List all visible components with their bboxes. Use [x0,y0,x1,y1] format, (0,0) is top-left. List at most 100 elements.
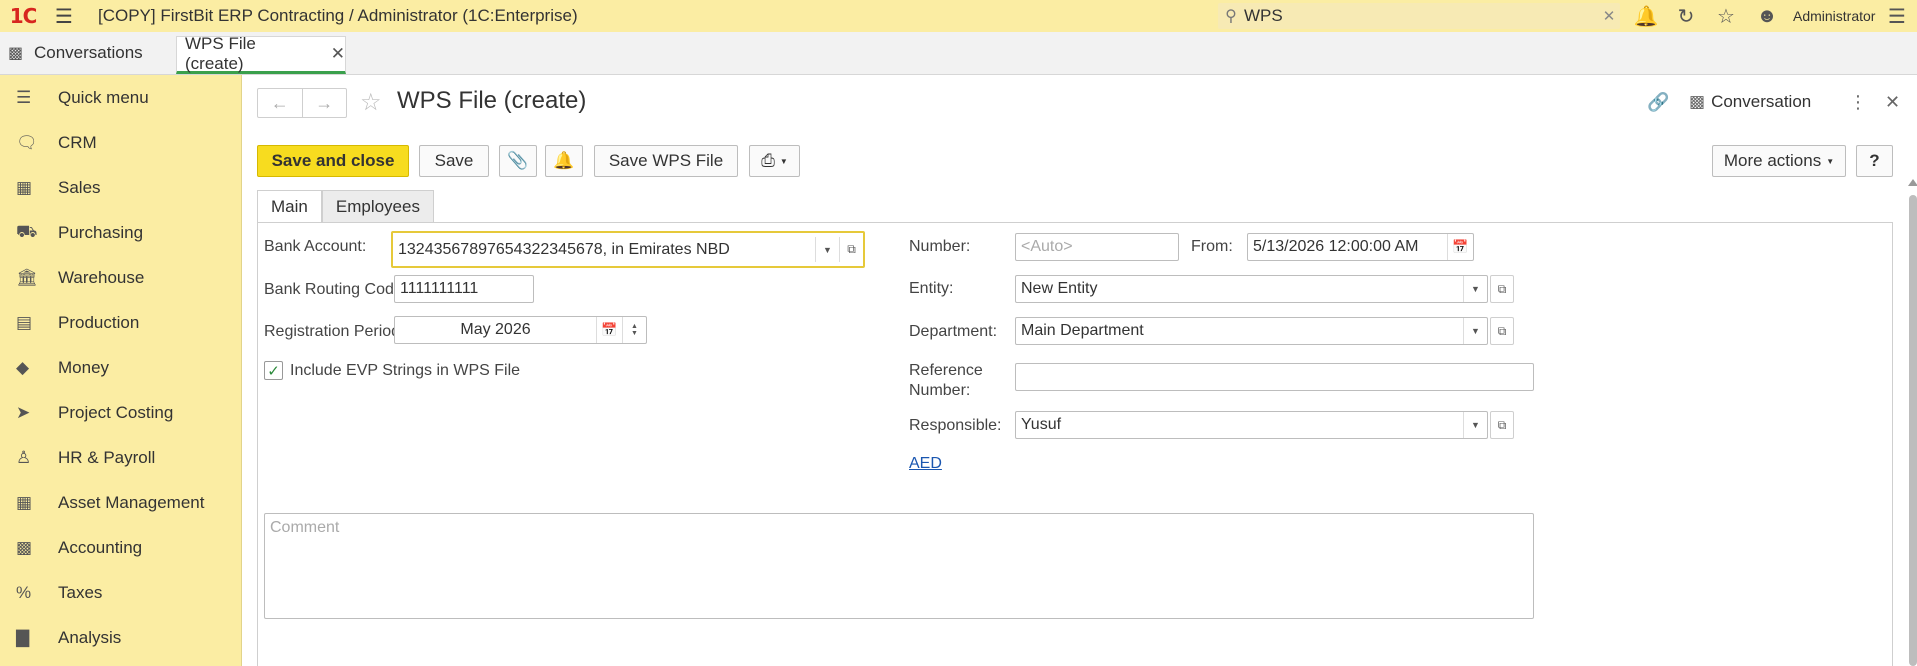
calendar-icon[interactable]: 📅 [596,317,622,343]
more-options-icon[interactable]: ⋮ [1849,87,1867,117]
from-date-value: 5/13/2026 12:00:00 AM [1253,238,1419,255]
sidebar-item-label: Production [58,312,140,332]
sidebar-item-taxes[interactable]: % Taxes [0,570,241,615]
sidebar-item-label: Sales [58,177,101,197]
from-date-field[interactable]: 5/13/2026 12:00:00 AM 📅 [1247,233,1474,261]
sidebar-item-accounting[interactable]: ▩ Accounting [0,525,241,570]
clear-search-icon[interactable]: ✕ [1598,7,1620,25]
number-label: Number: [909,238,971,255]
scrollbar-thumb[interactable] [1909,195,1917,666]
from-label: From: [1191,238,1233,255]
close-form-icon[interactable]: ✕ [1885,87,1900,117]
sidebar-item-quick-menu[interactable]: ☰ Quick menu [0,75,241,120]
basket-icon: ▦ [16,177,33,197]
form-scrollbar[interactable] [1908,175,1917,666]
open-department-icon[interactable]: ⧉ [1490,317,1514,345]
department-label: Department: [909,323,998,340]
help-button[interactable]: ? [1856,145,1893,177]
main-menu-icon[interactable]: ☰ [46,0,82,32]
sidebar-item-crm[interactable]: 🗨 CRM [0,120,241,165]
link-icon[interactable]: 🔗 [1647,87,1669,117]
open-responsible-icon[interactable]: ⧉ [1490,411,1514,439]
reference-number-field[interactable] [1015,363,1534,391]
department-field[interactable]: Main Department ▼ [1015,317,1488,345]
current-user[interactable]: Administrator [1793,0,1875,32]
truck-icon: ⛟ [16,221,38,241]
responsible-field[interactable]: Yusuf ▼ [1015,411,1488,439]
routing-code-field[interactable]: 1111111111 [394,275,534,303]
sidebar-item-warehouse[interactable]: 🏛 Warehouse [0,255,241,300]
sidebar-item-label: Asset Management [58,492,205,512]
tab-main[interactable]: Main [257,190,322,223]
chat-icon: 🗨 [16,132,38,152]
search-input[interactable]: WPS [1244,6,1598,26]
add-favorite-star-icon[interactable]: ☆ [360,88,382,117]
sidebar-item-label: HR & Payroll [58,447,156,467]
tab-wps-file-create[interactable]: WPS File (create) ✕ [176,34,346,74]
entity-label: Entity: [909,280,954,297]
warehouse-icon: 🏛 [16,267,38,287]
sidebar-item-analysis[interactable]: ▇ Analysis [0,615,241,660]
factory-icon: ▤ [16,312,33,332]
sidebar-item-production[interactable]: ▤ Production [0,300,241,345]
form-title: WPS File (create) [397,87,587,114]
more-actions-button[interactable]: More actions ▼ [1712,145,1846,177]
sidebar: ☰ Quick menu 🗨 CRM ▦ Sales ⛟ Purchasing 🏛 War… [0,75,242,666]
sidebar-item-purchasing[interactable]: ⛟ Purchasing [0,210,241,255]
close-tab-icon[interactable]: ✕ [331,44,345,64]
save-wps-file-button[interactable]: Save WPS File [594,145,738,177]
users-icon[interactable]: ☻ [1750,0,1784,32]
sidebar-item-label: Warehouse [58,267,145,287]
sidebar-item-asset-management[interactable]: ▦ Asset Management [0,480,241,525]
search-box[interactable]: ⚲ WPS ✕ [1218,3,1620,29]
conversation-icon: ▩ [8,45,24,62]
currency-link[interactable]: AED [909,455,942,473]
bank-account-field[interactable]: 132435678976543223456​78, in Emirates NB… [391,231,865,268]
print-button[interactable]: ⎙ ▼ [749,145,800,177]
sidebar-item-label: Money [58,357,110,377]
search-icon: ⚲ [1225,8,1237,25]
reference-number-label: Reference Number: [909,361,983,401]
department-value: Main Department [1021,322,1144,339]
reminder-bell-icon[interactable]: 🔔 [545,145,583,177]
registration-period-value: May 2026 [460,321,531,338]
tab-employees[interactable]: Employees [321,190,434,223]
sidebar-item-money[interactable]: ◆ Money [0,345,241,390]
history-icon[interactable]: ↻ [1669,0,1703,32]
period-stepper[interactable]: ▲ ▼ [622,317,646,343]
open-windows-bar: ▩ Conversations WPS File (create) ✕ [0,32,1917,75]
save-button[interactable]: Save [419,145,489,177]
asset-icon: ▦ [16,492,33,512]
conversation-button[interactable]: ▩ Conversation [1689,87,1811,117]
tab-conversations[interactable]: ▩ Conversations [0,32,172,74]
open-icon[interactable]: ⧉ [839,237,863,262]
menu-icon: ☰ [16,87,32,107]
calendar-icon[interactable]: 📅 [1447,234,1473,260]
number-placeholder: <Auto> [1021,238,1073,255]
attachment-icon[interactable]: 📎 [499,145,537,177]
navigation-buttons: ← → [257,88,347,118]
chevron-down-icon[interactable]: ▼ [1463,276,1487,302]
registration-period-field[interactable]: May 2026 📅 ▲ ▼ [394,316,647,344]
back-arrow-icon[interactable]: ← [258,89,303,117]
settings-menu-icon[interactable]: ☰ [1880,0,1914,32]
comment-field[interactable]: Comment [264,513,1534,619]
sidebar-item-hr-payroll[interactable]: ♙ HR & Payroll [0,435,241,480]
person-icon: ♙ [16,447,32,467]
forward-arrow-icon[interactable]: → [303,89,347,117]
entity-field[interactable]: New Entity ▼ [1015,275,1488,303]
save-and-close-button[interactable]: Save and close [257,145,409,177]
chevron-down-icon[interactable]: ▼ [1463,318,1487,344]
app-logo[interactable]: 1C [0,0,46,32]
sidebar-item-project-costing[interactable]: ➤ Project Costing [0,390,241,435]
favorites-star-icon[interactable]: ☆ [1709,0,1743,32]
scroll-up-icon[interactable] [1908,179,1917,186]
responsible-label: Responsible: [909,417,1002,434]
chevron-down-icon[interactable]: ▼ [1463,412,1487,438]
sidebar-item-sales[interactable]: ▦ Sales [0,165,241,210]
number-field[interactable]: <Auto> [1015,233,1179,261]
include-evp-checkbox[interactable]: ✓ [264,361,283,380]
chevron-down-icon[interactable]: ▼ [815,237,839,262]
open-entity-icon[interactable]: ⧉ [1490,275,1514,303]
notifications-bell-icon[interactable]: 🔔 [1629,0,1663,32]
